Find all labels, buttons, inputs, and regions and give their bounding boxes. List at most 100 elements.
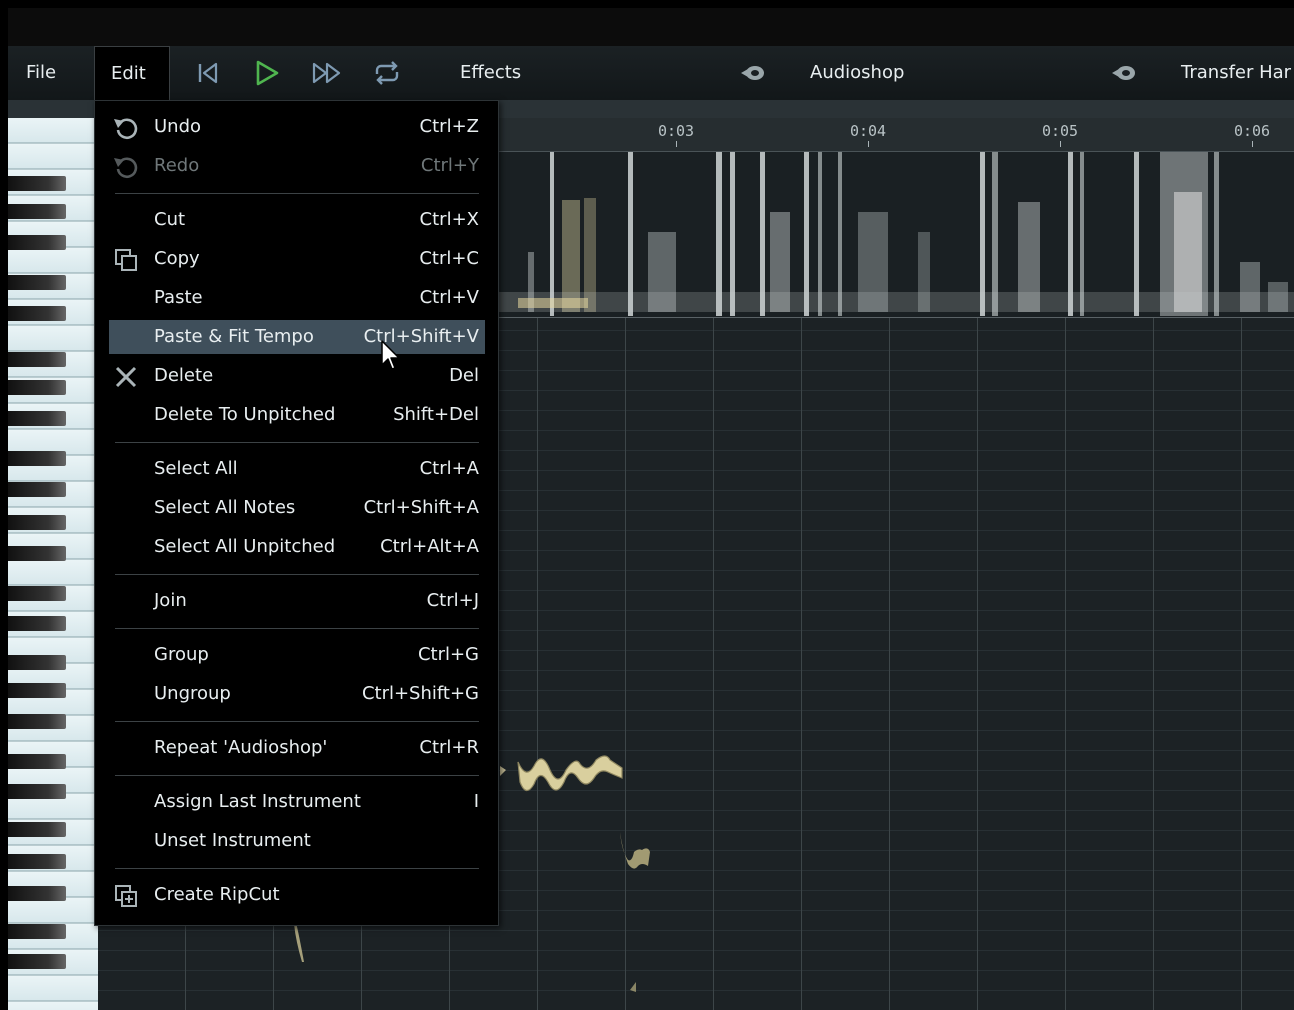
black-key[interactable] [8,754,66,769]
mouse-cursor-icon [381,340,400,370]
plugin-knob-icon[interactable] [1111,62,1137,84]
menu-item-redo[interactable]: Redo Ctrl+Y [109,149,485,183]
menu-effects[interactable]: Effects [460,46,521,100]
menu-item-label: Cut [154,209,186,230]
fast-forward-icon [312,62,341,84]
menu-item-shortcut: Ctrl+Z [419,116,479,137]
black-key[interactable] [8,411,66,426]
black-key[interactable] [8,204,66,219]
menu-item-shortcut: Ctrl+Y [420,155,479,176]
black-key[interactable] [8,275,66,290]
menu-item-shortcut: Ctrl+X [419,209,479,230]
menu-item-label: Select All Unpitched [154,536,336,557]
edit-menu-dropdown: Undo Ctrl+Z Redo Ctrl+Y Cut Ctrl+X Copy … [94,100,499,926]
ruler-tick [1060,141,1061,147]
menu-separator [115,628,479,629]
menu-item-cut[interactable]: Cut Ctrl+X [109,203,485,237]
menu-edit[interactable]: Edit [94,46,170,101]
menu-item-shortcut: Ctrl+G [417,644,479,665]
menu-item-label: Ungroup [154,683,231,704]
ripcut-icon [115,885,137,907]
skip-back-button[interactable] [190,58,226,88]
black-key[interactable] [8,176,66,191]
menu-item-shortcut: I [473,791,479,812]
plugin-knob-icon[interactable] [740,62,766,84]
black-key[interactable] [8,655,66,670]
menu-item-label: Select All [154,458,238,479]
menu-item-select-all-unpitched[interactable]: Select All Unpitched Ctrl+Alt+A [109,530,485,564]
menu-item-group[interactable]: Group Ctrl+G [109,638,485,672]
menu-item-label: Repeat 'Audioshop' [154,737,328,758]
menu-item-ungroup[interactable]: Ungroup Ctrl+Shift+G [109,677,485,711]
black-key[interactable] [8,924,66,939]
menu-file[interactable]: File [8,46,74,100]
menu-separator [115,775,479,776]
menu-item-shortcut: Ctrl+C [419,248,479,269]
black-key[interactable] [8,954,66,969]
undo-icon [114,118,138,140]
black-key[interactable] [8,586,66,601]
menu-item-undo[interactable]: Undo Ctrl+Z [109,110,485,144]
menu-item-label: Undo [154,116,202,137]
menu-item-unset-instrument[interactable]: Unset Instrument [109,824,485,858]
black-key[interactable] [8,515,66,530]
black-key[interactable] [8,854,66,869]
menu-item-shortcut: Shift+Del [393,404,479,425]
black-key[interactable] [8,714,66,729]
play-icon [256,60,279,86]
ruler-tick [1252,141,1253,147]
plugin-audioshop[interactable]: Audioshop [810,46,904,100]
copy-icon [115,249,137,271]
menu-item-label: Unset Instrument [154,830,311,851]
black-key[interactable] [8,546,66,561]
black-key[interactable] [8,784,66,799]
piano-keyboard[interactable] [8,118,98,1010]
menu-item-create-ripcut[interactable]: Create RipCut [109,878,485,912]
menu-item-delete-to-unpitched[interactable]: Delete To Unpitched Shift+Del [109,398,485,432]
play-button[interactable] [249,58,285,88]
menu-separator [115,721,479,722]
menu-item-label: Create RipCut [154,884,280,905]
black-key[interactable] [8,306,66,321]
fast-forward-button[interactable] [309,58,345,88]
black-key[interactable] [8,822,66,837]
menu-item-repeat[interactable]: Repeat 'Audioshop' Ctrl+R [109,731,485,765]
menu-item-shortcut: Ctrl+Shift+G [361,683,479,704]
menu-item-shortcut: Ctrl+Alt+A [380,536,479,557]
menu-item-shortcut: Ctrl+V [419,287,479,308]
delete-x-icon [115,366,137,388]
menu-separator [115,442,479,443]
black-key[interactable] [8,380,66,395]
menu-item-select-all[interactable]: Select All Ctrl+A [109,452,485,486]
menu-item-label: Group [154,644,209,665]
menubar: File Edit Effects Audioshop Transfer Har [8,46,1294,101]
menu-item-paste-fit-tempo[interactable]: Paste & Fit Tempo Ctrl+Shift+V [109,320,485,354]
menu-item-label: Copy [154,248,200,269]
menu-item-copy[interactable]: Copy Ctrl+C [109,242,485,276]
loop-button[interactable] [369,58,405,88]
black-key[interactable] [8,616,66,631]
ruler-tick-label: 0:05 [1041,122,1079,140]
skip-back-icon [198,62,218,84]
black-key[interactable] [8,451,66,466]
menu-item-assign-last-instrument[interactable]: Assign Last Instrument I [109,785,485,819]
black-key[interactable] [8,482,66,497]
menu-item-label: Delete To Unpitched [154,404,336,425]
black-key[interactable] [8,683,66,698]
black-key[interactable] [8,352,66,367]
ruler-tick [868,141,869,147]
ruler-tick-label: 0:03 [657,122,695,140]
ruler-tick [676,141,677,147]
menu-item-label: Redo [154,155,200,176]
black-key[interactable] [8,886,66,901]
ruler-tick-label: 0:06 [1233,122,1271,140]
menu-separator [115,193,479,194]
black-key[interactable] [8,235,66,250]
menu-item-select-all-notes[interactable]: Select All Notes Ctrl+Shift+A [109,491,485,525]
plugin-transfer[interactable]: Transfer Har [1181,46,1291,100]
menu-separator [115,574,479,575]
menu-item-paste[interactable]: Paste Ctrl+V [109,281,485,315]
menu-item-label: Paste & Fit Tempo [154,326,314,347]
menu-item-join[interactable]: Join Ctrl+J [109,584,485,618]
menu-item-delete[interactable]: Delete Del [109,359,485,393]
